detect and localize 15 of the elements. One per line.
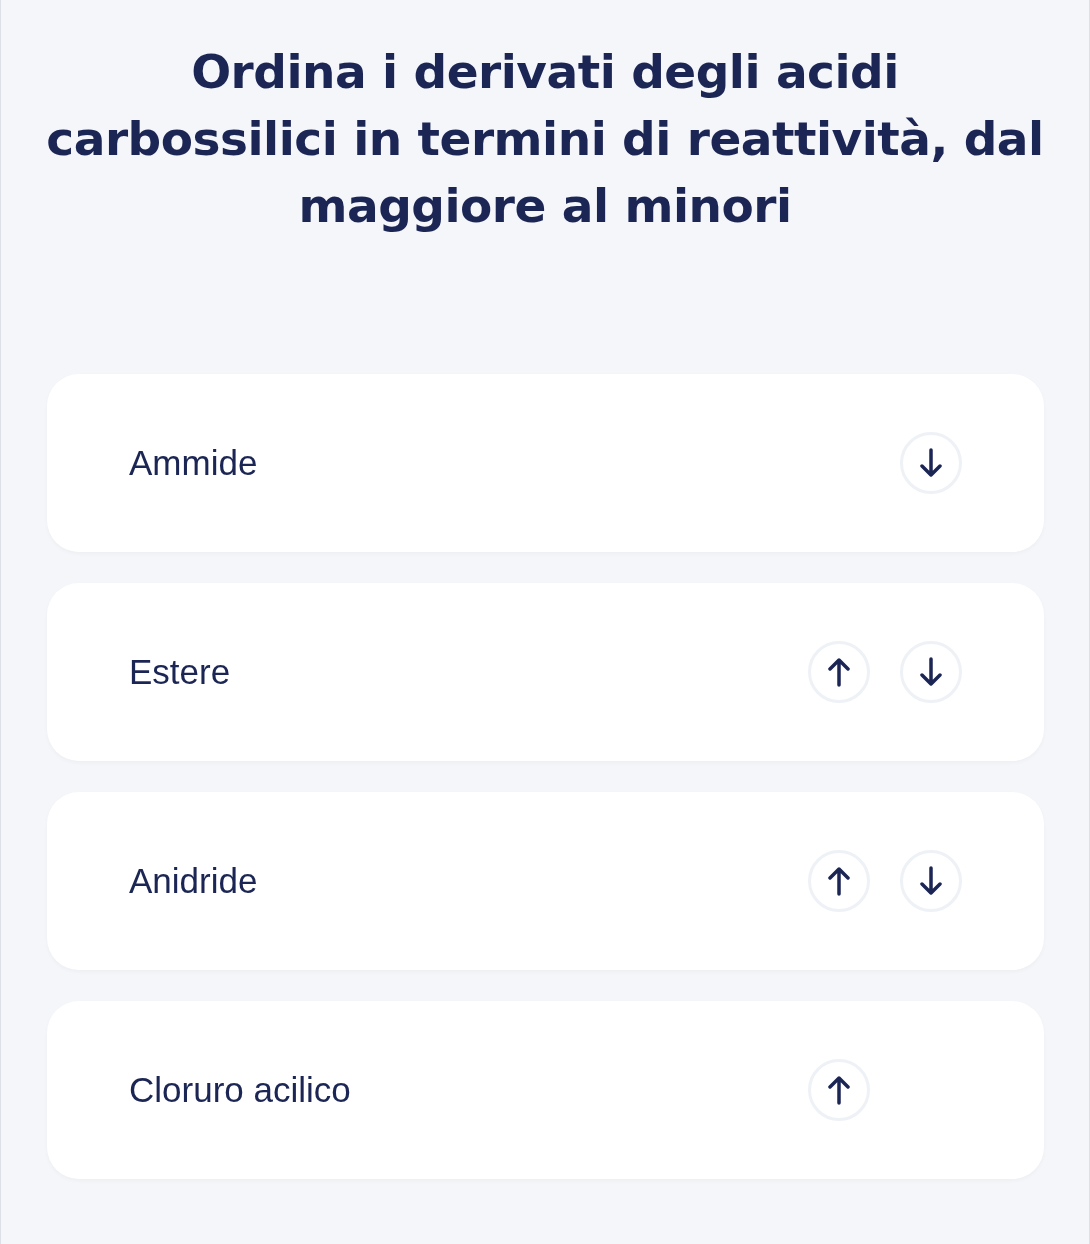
up-arrow-icon [828, 657, 850, 687]
answer-label: Estere [129, 652, 231, 692]
question-title: Ordina i derivati degli acidi carbossilici in termini di reattività, dal maggiore al minori [45, 43, 1045, 235]
answer-card[interactable]: Estere [47, 583, 1044, 761]
answer-label: Ammide [129, 443, 258, 483]
down-arrow-icon [920, 657, 942, 687]
down-arrow-icon [920, 866, 942, 896]
answer-card[interactable]: Cloruro acilico [47, 1001, 1044, 1179]
down-arrow-icon [920, 448, 942, 478]
answer-card[interactable]: Anidride [47, 792, 1044, 970]
answer-card[interactable]: Ammide [47, 374, 1044, 552]
up-arrow-icon [828, 866, 850, 896]
up-arrow-icon [828, 1075, 850, 1105]
answer-label: Anidride [129, 861, 258, 901]
answer-label: Cloruro acilico [129, 1070, 351, 1110]
